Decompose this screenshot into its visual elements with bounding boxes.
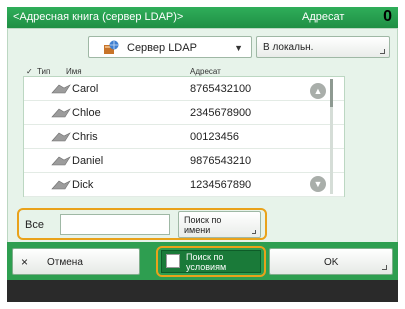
search-area: Все Поиск по имени xyxy=(17,208,267,240)
search-by-condition-button[interactable]: Поиск по условиям xyxy=(156,246,266,277)
person-icon xyxy=(51,156,71,166)
ok-button-label: OK xyxy=(324,257,339,268)
column-header-check[interactable]: ✓ xyxy=(26,67,33,76)
search-by-condition-label-1: Поиск по xyxy=(186,252,224,262)
search-by-name-button[interactable]: Поиск по имени xyxy=(178,211,261,238)
column-header-type[interactable]: Тип xyxy=(37,67,50,76)
footer-bar xyxy=(7,280,398,302)
list-item[interactable]: Chris 00123456 xyxy=(24,125,344,149)
list-item[interactable]: Carol 8765432100 xyxy=(24,77,344,101)
entry-name: Chloe xyxy=(72,107,101,119)
close-icon: × xyxy=(21,255,29,269)
search-by-condition-label-2: условиям xyxy=(186,262,227,272)
to-local-button-label: В локальн. xyxy=(263,42,314,53)
search-input[interactable] xyxy=(60,214,170,235)
list-item[interactable]: Dick 1234567890 xyxy=(24,173,344,197)
person-icon xyxy=(51,108,71,118)
entry-name: Chris xyxy=(72,131,98,143)
search-by-condition-inner: Поиск по условиям xyxy=(161,250,261,273)
server-dropdown[interactable]: Сервер LDAP ▼ xyxy=(88,36,252,58)
search-by-name-label-1: Поиск по xyxy=(184,215,222,225)
corner-arrow-icon xyxy=(382,265,387,270)
entry-name: Daniel xyxy=(72,155,104,167)
person-icon xyxy=(51,180,71,190)
to-local-button[interactable]: В локальн. xyxy=(256,36,390,58)
server-globe-icon xyxy=(104,40,119,54)
cancel-button-label: Отмена xyxy=(47,257,83,268)
ok-button[interactable]: OK xyxy=(269,248,393,275)
entry-name: Dick xyxy=(72,179,94,191)
person-icon xyxy=(51,132,71,142)
address-book-panel: Сервер LDAP ▼ В локальн. ✓ Тип Имя Адрес… xyxy=(7,28,398,259)
address-list: Carol 8765432100 Chloe 2345678900 Chris … xyxy=(23,76,345,197)
all-label: Все xyxy=(25,219,44,231)
chevron-down-icon[interactable]: ▼ xyxy=(310,176,326,192)
search-by-name-label-2: имени xyxy=(184,225,211,235)
entry-address: 1234567890 xyxy=(190,179,252,191)
chevron-down-icon: ▼ xyxy=(234,43,243,53)
corner-arrow-icon xyxy=(252,230,256,234)
scrollbar-thumb[interactable] xyxy=(330,79,333,107)
cancel-button[interactable]: × Отмена xyxy=(12,248,140,275)
destination-label: Адресат xyxy=(302,11,345,23)
destination-count: 0 xyxy=(383,8,392,25)
entry-name: Carol xyxy=(72,83,99,95)
entry-address: 8765432100 xyxy=(190,83,252,95)
action-bar: × Отмена Поиск по условиям OK xyxy=(7,242,398,280)
checkbox-icon xyxy=(166,254,180,268)
list-item[interactable]: Daniel 9876543210 xyxy=(24,149,344,173)
page-title: <Адресная книга (сервер LDAP)> xyxy=(13,11,184,23)
column-header-address[interactable]: Адресат xyxy=(190,67,221,76)
chevron-up-icon[interactable]: ▲ xyxy=(310,83,326,99)
entry-address: 2345678900 xyxy=(190,107,252,119)
corner-arrow-icon xyxy=(380,49,385,54)
server-dropdown-label: Сервер LDAP xyxy=(127,42,197,54)
entry-address: 9876543210 xyxy=(190,155,252,167)
person-icon xyxy=(51,84,71,94)
column-header-name[interactable]: Имя xyxy=(66,67,82,76)
list-item[interactable]: Chloe 2345678900 xyxy=(24,101,344,125)
search-by-condition-label: Поиск по условиям xyxy=(186,252,226,272)
entry-address: 00123456 xyxy=(190,131,239,143)
header-bar: <Адресная книга (сервер LDAP)> Адресат 0 xyxy=(7,7,398,28)
